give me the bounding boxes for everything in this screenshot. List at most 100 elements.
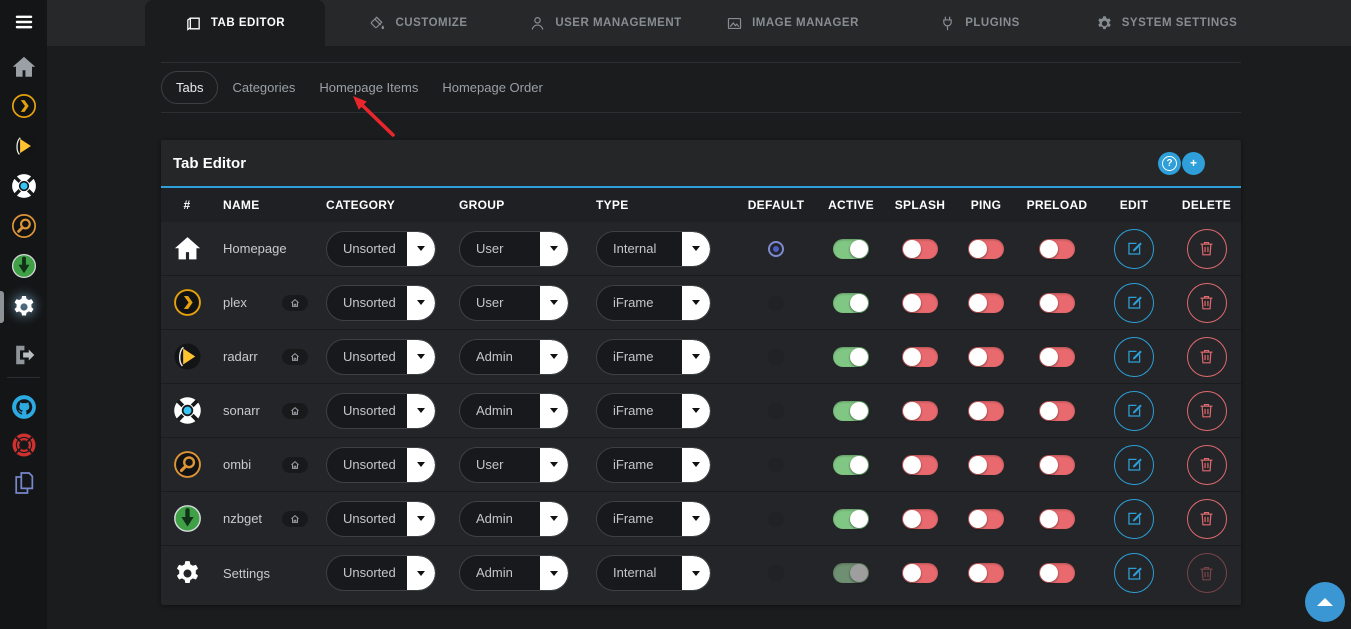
edit-button[interactable] <box>1114 553 1154 593</box>
category-select[interactable]: Unsorted <box>326 231 436 267</box>
ping-toggle[interactable] <box>968 239 1004 259</box>
help-button[interactable]: ? <box>1158 152 1181 175</box>
type-select[interactable]: iFrame <box>596 447 711 483</box>
delete-button[interactable] <box>1187 283 1227 323</box>
default-radio[interactable] <box>768 457 784 473</box>
delete-button[interactable] <box>1187 229 1227 269</box>
active-toggle[interactable] <box>833 239 869 259</box>
default-radio[interactable] <box>768 403 784 419</box>
active-toggle[interactable] <box>833 509 869 529</box>
category-select[interactable]: Unsorted <box>326 285 436 321</box>
ping-toggle[interactable] <box>968 347 1004 367</box>
edit-button[interactable] <box>1114 445 1154 485</box>
delete-button[interactable] <box>1187 499 1227 539</box>
subnav-item-tabs[interactable]: Tabs <box>161 71 218 104</box>
splash-toggle[interactable] <box>902 347 938 367</box>
sidebar-item-settings-gear[interactable] <box>0 287 47 327</box>
active-toggle[interactable] <box>833 401 869 421</box>
sidebar-item-plex[interactable] <box>0 86 47 126</box>
ping-toggle[interactable] <box>968 293 1004 313</box>
group-select[interactable]: User <box>459 447 569 483</box>
splash-toggle[interactable] <box>902 293 938 313</box>
type-select[interactable]: iFrame <box>596 393 711 429</box>
splash-toggle[interactable] <box>902 563 938 583</box>
preload-toggle[interactable] <box>1039 239 1075 259</box>
default-radio[interactable] <box>768 349 784 365</box>
topnav-tab-customize[interactable]: CUSTOMIZE <box>325 0 512 46</box>
sidebar-item-hamburger-menu[interactable] <box>0 2 47 42</box>
ping-toggle[interactable] <box>968 455 1004 475</box>
homepage-badge <box>282 511 308 527</box>
topnav-tab-system-settings[interactable]: SYSTEM SETTINGS <box>1073 0 1260 46</box>
default-radio[interactable] <box>768 295 784 311</box>
delete-button[interactable] <box>1187 445 1227 485</box>
preload-toggle[interactable] <box>1039 347 1075 367</box>
default-radio[interactable] <box>768 565 784 581</box>
type-select[interactable]: Internal <box>596 231 711 267</box>
type-select[interactable]: Internal <box>596 555 711 591</box>
table-header-row: #NAMECATEGORYGROUPTYPEDEFAULTACTIVESPLAS… <box>161 186 1241 222</box>
sidebar-item-sonarr[interactable] <box>0 166 47 206</box>
delete-button[interactable] <box>1187 391 1227 431</box>
subnav-item-homepage-order[interactable]: Homepage Order <box>430 80 554 95</box>
edit-button[interactable] <box>1114 499 1154 539</box>
default-radio[interactable] <box>768 511 784 527</box>
preload-toggle[interactable] <box>1039 563 1075 583</box>
splash-toggle[interactable] <box>902 509 938 529</box>
preload-toggle[interactable] <box>1039 455 1075 475</box>
category-select[interactable]: Unsorted <box>326 555 436 591</box>
sidebar-item-ombi[interactable] <box>0 206 47 246</box>
sidebar-item-radarr[interactable] <box>0 126 47 166</box>
active-toggle[interactable] <box>833 455 869 475</box>
category-select[interactable]: Unsorted <box>326 339 436 375</box>
group-select[interactable]: User <box>459 231 569 267</box>
group-select[interactable]: Admin <box>459 555 569 591</box>
topnav-tab-user-management[interactable]: USER MANAGEMENT <box>512 0 699 46</box>
active-toggle[interactable] <box>833 293 869 313</box>
topnav-tab-image-manager[interactable]: IMAGE MANAGER <box>699 0 886 46</box>
sidebar-item-github[interactable] <box>0 387 47 427</box>
sidebar-item-logout[interactable] <box>0 335 47 375</box>
type-select[interactable]: iFrame <box>596 339 711 375</box>
add-tab-button[interactable]: + <box>1182 152 1205 175</box>
default-radio[interactable] <box>768 241 784 257</box>
preload-toggle[interactable] <box>1039 509 1075 529</box>
edit-button[interactable] <box>1114 229 1154 269</box>
preload-toggle[interactable] <box>1039 401 1075 421</box>
splash-toggle[interactable] <box>902 239 938 259</box>
sidebar-item-home[interactable] <box>0 47 47 87</box>
scroll-to-top-button[interactable] <box>1305 582 1345 622</box>
homepage-badge <box>282 295 308 311</box>
tab-editor-panel: Tab Editor ? + #NAMECATEGORYGROUPTYPEDEF… <box>161 140 1241 605</box>
category-select[interactable]: Unsorted <box>326 447 436 483</box>
edit-button[interactable] <box>1114 283 1154 323</box>
group-select[interactable]: Admin <box>459 339 569 375</box>
subnav-item-categories[interactable]: Categories <box>220 80 307 95</box>
ping-toggle[interactable] <box>968 401 1004 421</box>
category-select[interactable]: Unsorted <box>326 501 436 537</box>
sidebar-item-documents[interactable] <box>0 463 47 503</box>
category-select[interactable]: Unsorted <box>326 393 436 429</box>
type-select[interactable]: iFrame <box>596 501 711 537</box>
preload-toggle[interactable] <box>1039 293 1075 313</box>
subnav-item-homepage-items[interactable]: Homepage Items <box>307 80 430 95</box>
edit-button[interactable] <box>1114 337 1154 377</box>
active-toggle[interactable] <box>833 347 869 367</box>
group-select[interactable]: Admin <box>459 393 569 429</box>
sidebar-item-nzbget[interactable] <box>0 246 47 286</box>
chevron-down-icon <box>682 340 710 374</box>
topnav-tab-tab-editor[interactable]: TAB EDITOR <box>145 0 325 46</box>
sidebar-item-life-ring[interactable] <box>0 425 47 465</box>
active-toggle[interactable] <box>833 563 869 583</box>
group-select[interactable]: User <box>459 285 569 321</box>
delete-button[interactable] <box>1187 553 1227 593</box>
delete-button[interactable] <box>1187 337 1227 377</box>
splash-toggle[interactable] <box>902 455 938 475</box>
group-select[interactable]: Admin <box>459 501 569 537</box>
type-select[interactable]: iFrame <box>596 285 711 321</box>
topnav-tab-plugins[interactable]: PLUGINS <box>886 0 1073 46</box>
ping-toggle[interactable] <box>968 563 1004 583</box>
edit-button[interactable] <box>1114 391 1154 431</box>
ping-toggle[interactable] <box>968 509 1004 529</box>
splash-toggle[interactable] <box>902 401 938 421</box>
